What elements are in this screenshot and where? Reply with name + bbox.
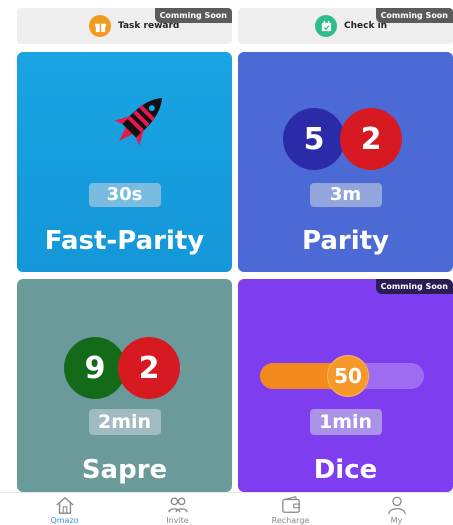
tab-label: Recharge: [271, 516, 310, 525]
wallet-icon: [281, 496, 300, 513]
number-ball: 9: [64, 337, 126, 399]
tab-home[interactable]: Qmazo: [8, 493, 121, 525]
tab-label: My: [390, 516, 403, 525]
tab-label: Invite: [166, 516, 189, 525]
timer-badge: 1min: [309, 409, 382, 435]
home-icon: [55, 496, 74, 514]
number-ball: 5: [283, 108, 345, 170]
task-reward-card[interactable]: Task reward Comming Soon: [17, 8, 232, 44]
coming-soon-badge: Comming Soon: [154, 8, 232, 23]
game-title: Fast-Parity: [44, 226, 205, 256]
number-ball: 2: [118, 337, 180, 399]
user-icon: [387, 496, 406, 515]
check-in-card[interactable]: Check in Comming Soon: [238, 8, 453, 44]
coming-soon-badge: Comming Soon: [375, 279, 453, 294]
tab-label: Qmazo: [50, 516, 79, 525]
number-ball: 2: [340, 108, 402, 170]
tab-invite[interactable]: Invite: [121, 493, 234, 525]
bottom-tab-bar: Qmazo Invite Recharge My: [0, 492, 453, 525]
parity-card[interactable]: 5 2 3m Parity: [238, 52, 453, 272]
timer-badge: 3m: [309, 183, 382, 207]
timer-badge: 2min: [88, 409, 161, 435]
game-title: Sapre: [81, 455, 168, 485]
game-title: Dice: [313, 455, 378, 485]
tab-my[interactable]: My: [340, 493, 453, 525]
dice-card[interactable]: Comming Soon 50 1min Dice: [238, 279, 453, 492]
rocket-icon: [114, 97, 163, 146]
tab-recharge[interactable]: Recharge: [234, 493, 347, 525]
gift-icon: [89, 15, 111, 37]
calendar-icon: [315, 15, 337, 37]
users-icon: [167, 497, 188, 513]
timer-badge: 30s: [88, 183, 161, 207]
game-title: Parity: [301, 226, 389, 256]
slider-thumb: 50: [327, 355, 369, 397]
sapre-card[interactable]: 9 2 2min Sapre: [17, 279, 232, 492]
coming-soon-badge: Comming Soon: [375, 8, 453, 23]
fast-parity-card[interactable]: 30s Fast-Parity: [17, 52, 232, 272]
